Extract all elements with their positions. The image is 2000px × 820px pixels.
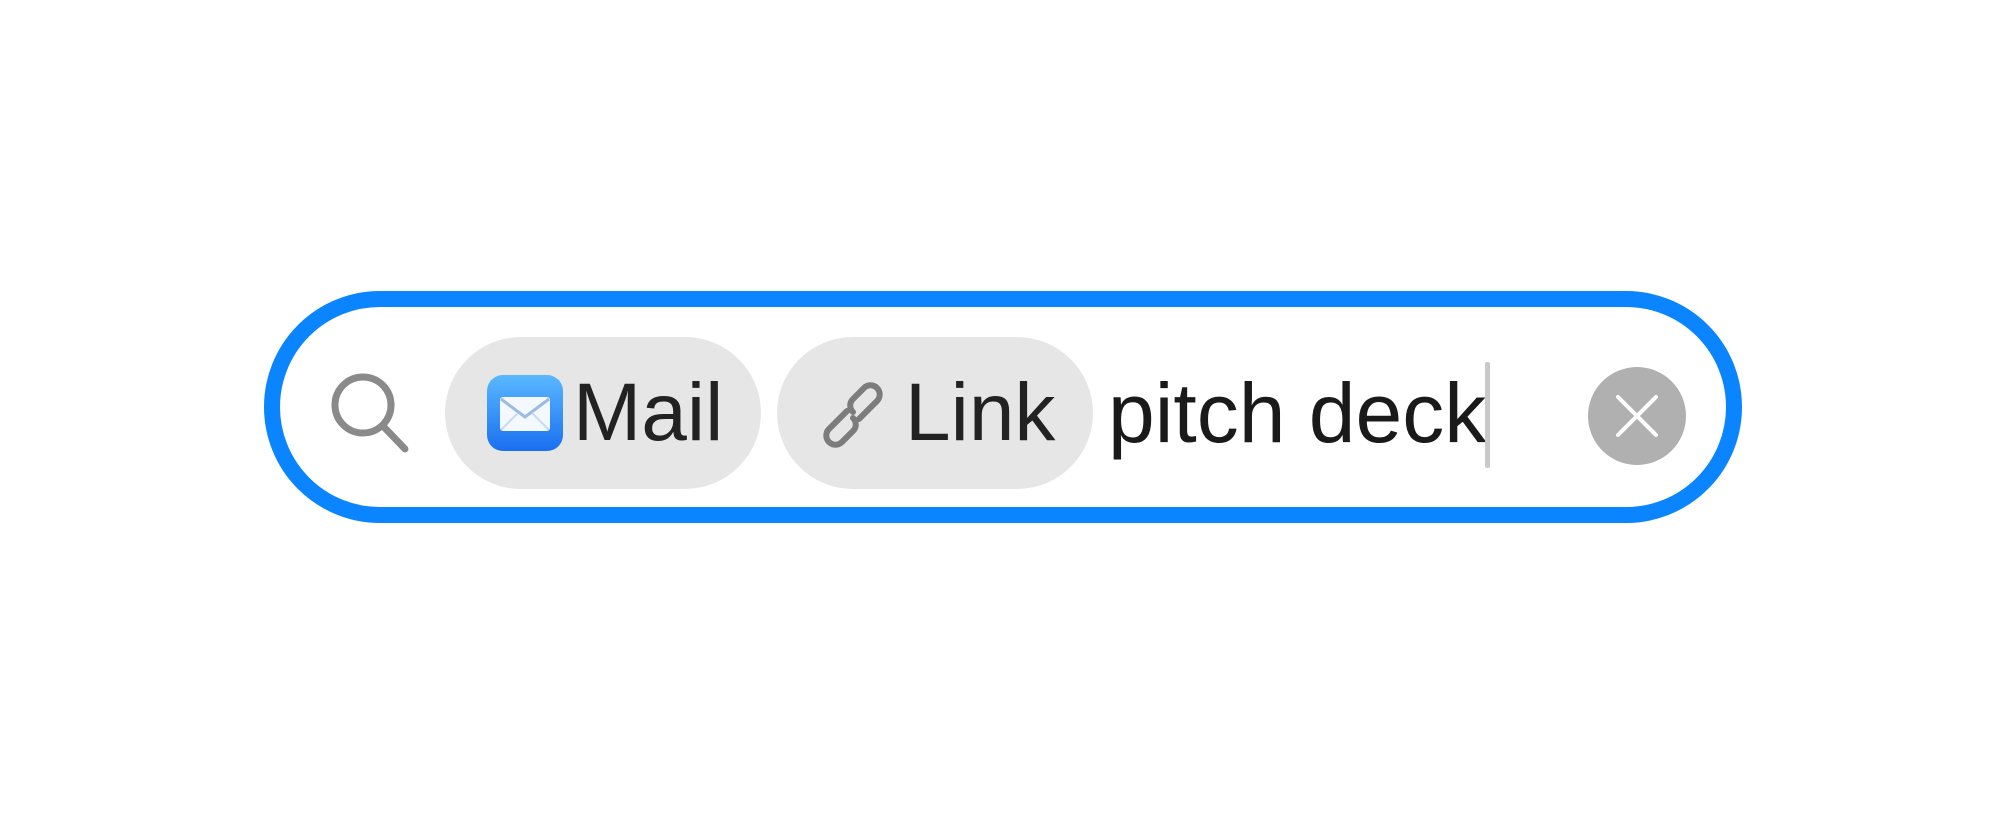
search-token-mail[interactable]: Mail — [445, 337, 761, 489]
clear-x-icon — [1616, 395, 1658, 437]
text-caret — [1485, 362, 1490, 468]
mail-app-icon — [487, 375, 563, 451]
clear-button[interactable] — [1588, 367, 1686, 465]
token-label-link: Link — [905, 367, 1056, 458]
token-label-mail: Mail — [573, 367, 724, 458]
magnifying-glass-icon — [331, 373, 409, 453]
link-icon — [823, 382, 883, 448]
stage: Mail Link pitch deck — [0, 0, 2000, 820]
search-input[interactable]: pitch deck — [1108, 337, 1486, 489]
search-token-link[interactable]: Link — [777, 337, 1093, 489]
